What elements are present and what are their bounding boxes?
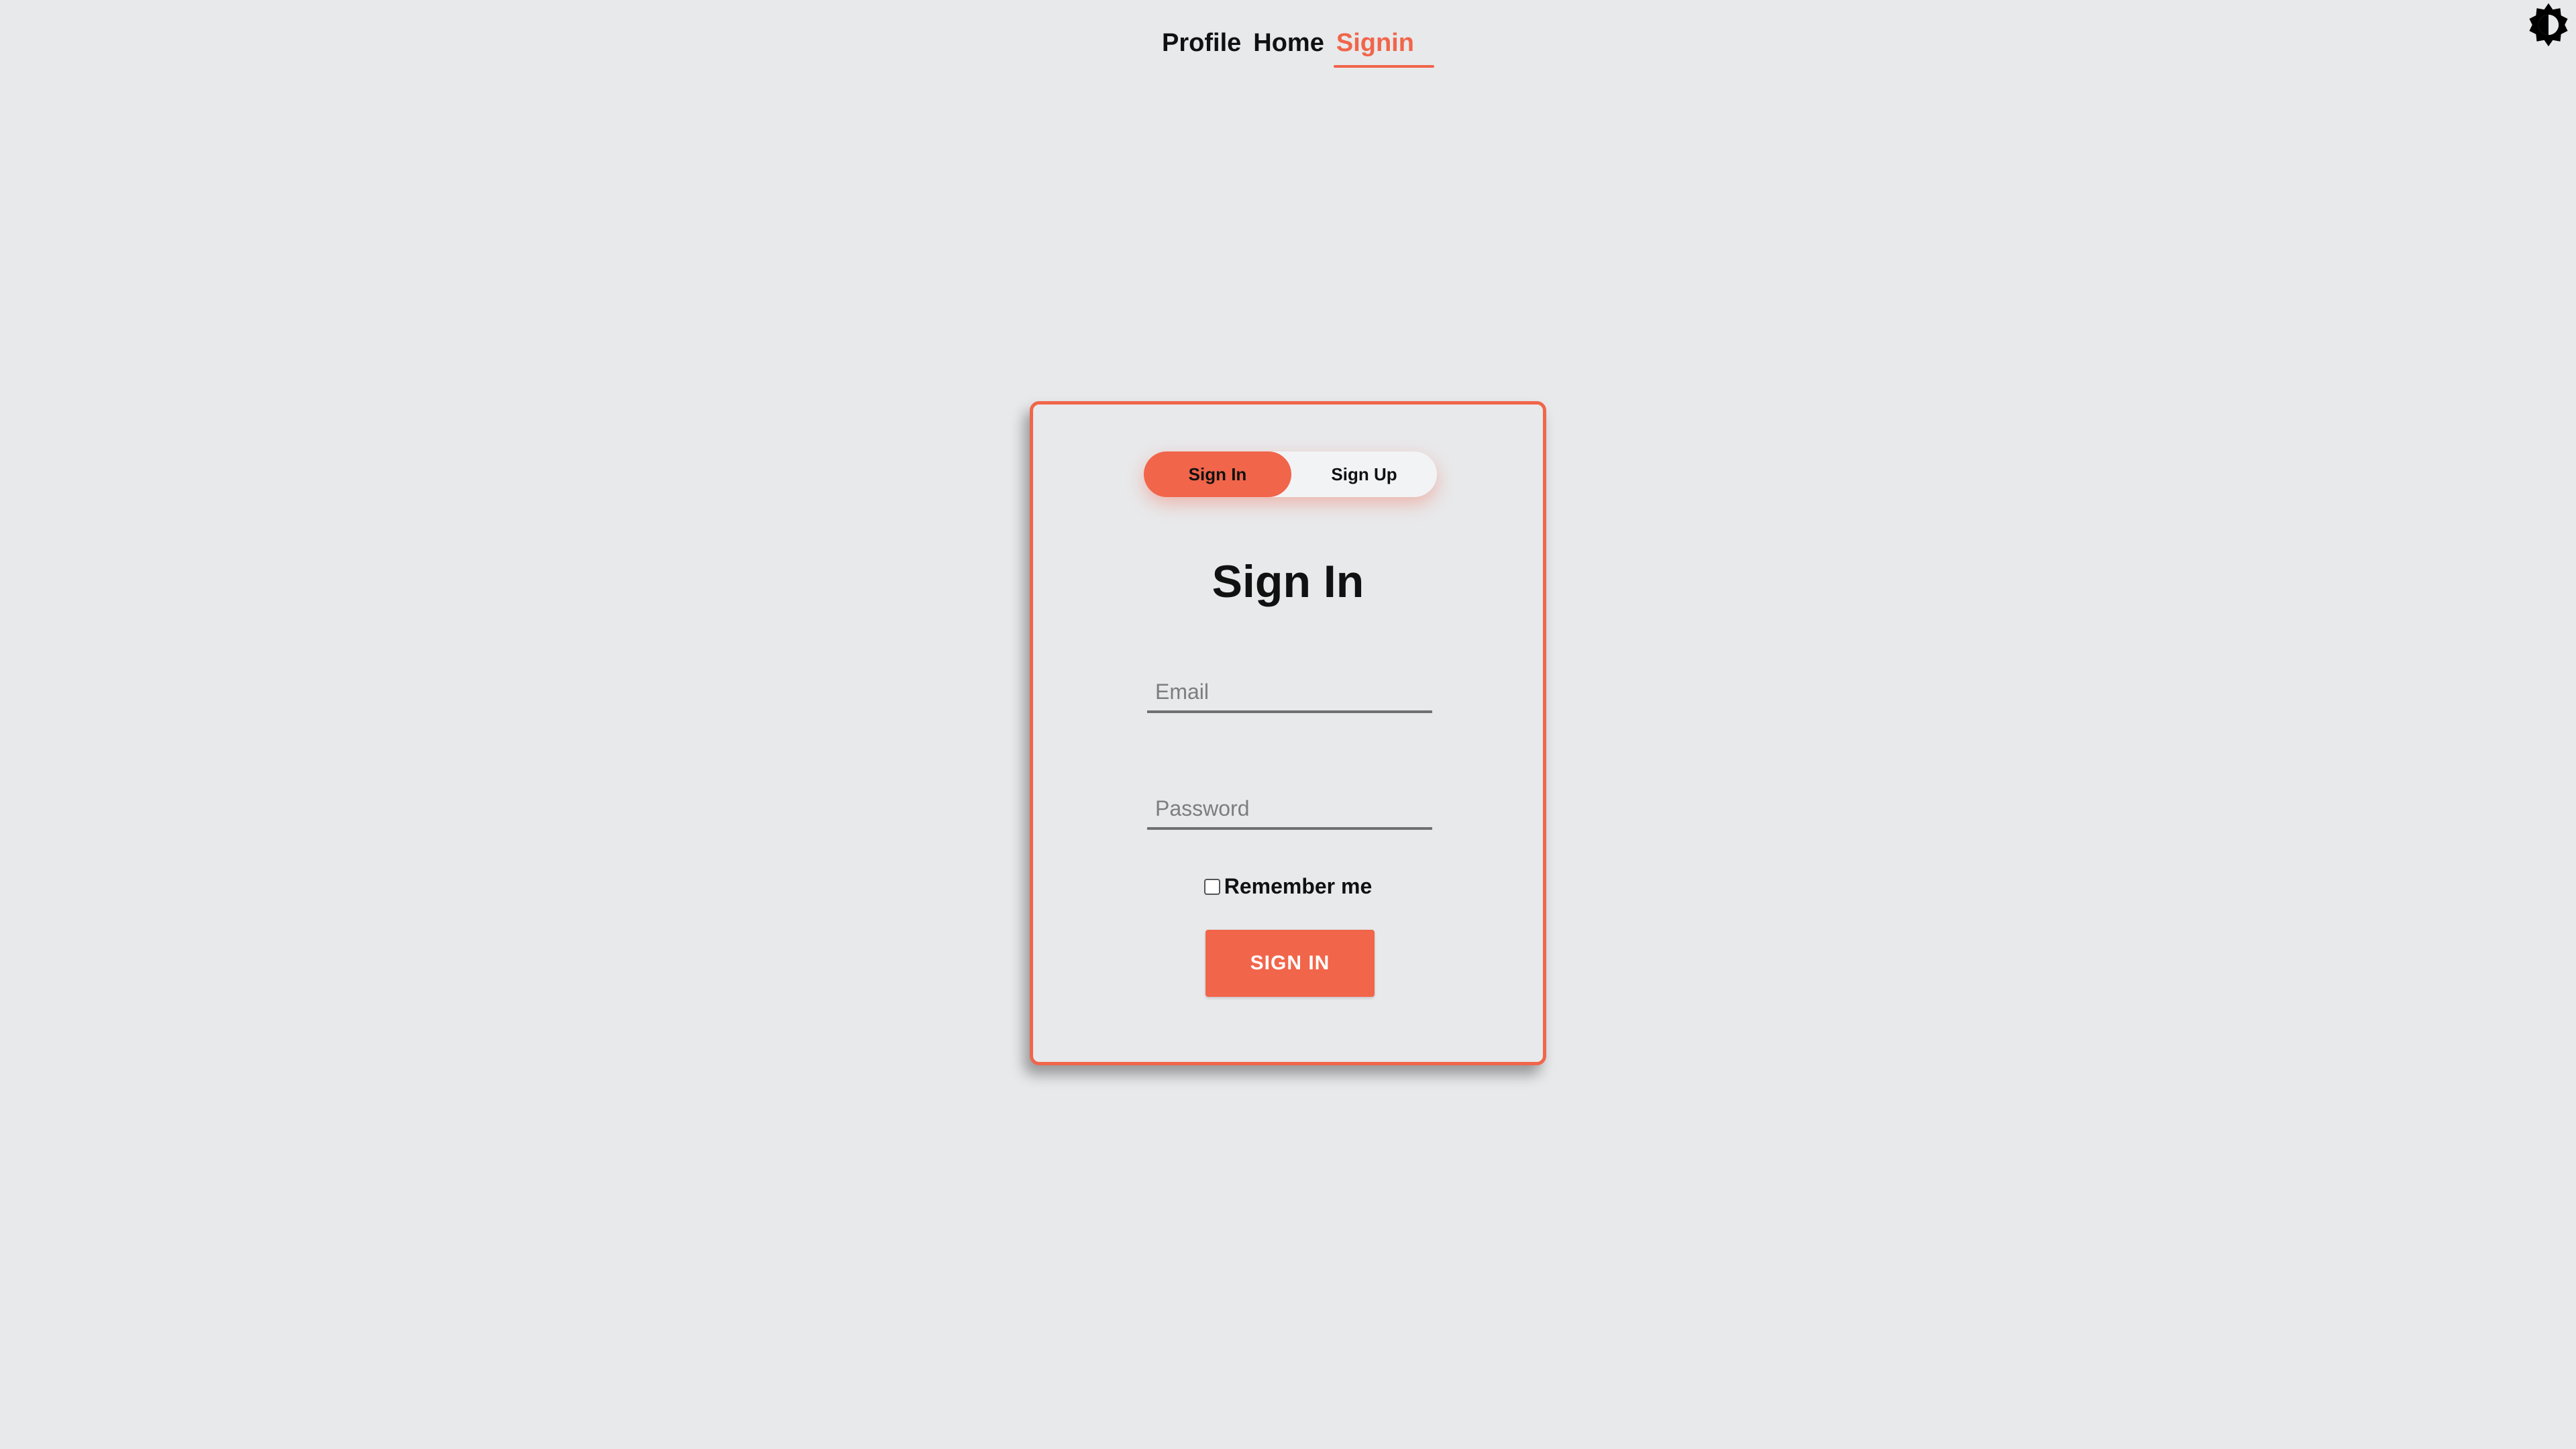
top-nav: Profile Home Signin [0,23,2576,68]
nav-link-profile[interactable]: Profile [1159,26,1244,60]
remember-me-label[interactable]: Remember me [1224,874,1373,899]
email-field[interactable] [1147,673,1432,713]
brightness-contrast-icon [2529,3,2568,47]
nav-link-home[interactable]: Home [1250,26,1327,60]
theme-toggle-button[interactable] [2525,1,2572,48]
tab-sign-up[interactable]: Sign Up [1291,451,1437,497]
sign-in-button[interactable]: SIGN IN [1205,930,1375,997]
password-field[interactable] [1147,790,1432,830]
nav-link-signin[interactable]: Signin [1333,26,1435,68]
tab-sign-in[interactable]: Sign In [1144,451,1291,497]
auth-mode-switch: Sign In Sign Up [1144,451,1437,497]
page-title: Sign In [1212,556,1364,607]
remember-me-row: Remember me [1033,874,1543,899]
remember-me-checkbox[interactable] [1203,878,1220,895]
auth-card: Sign In Sign Up Sign In Remember me SIGN… [1030,401,1546,1065]
